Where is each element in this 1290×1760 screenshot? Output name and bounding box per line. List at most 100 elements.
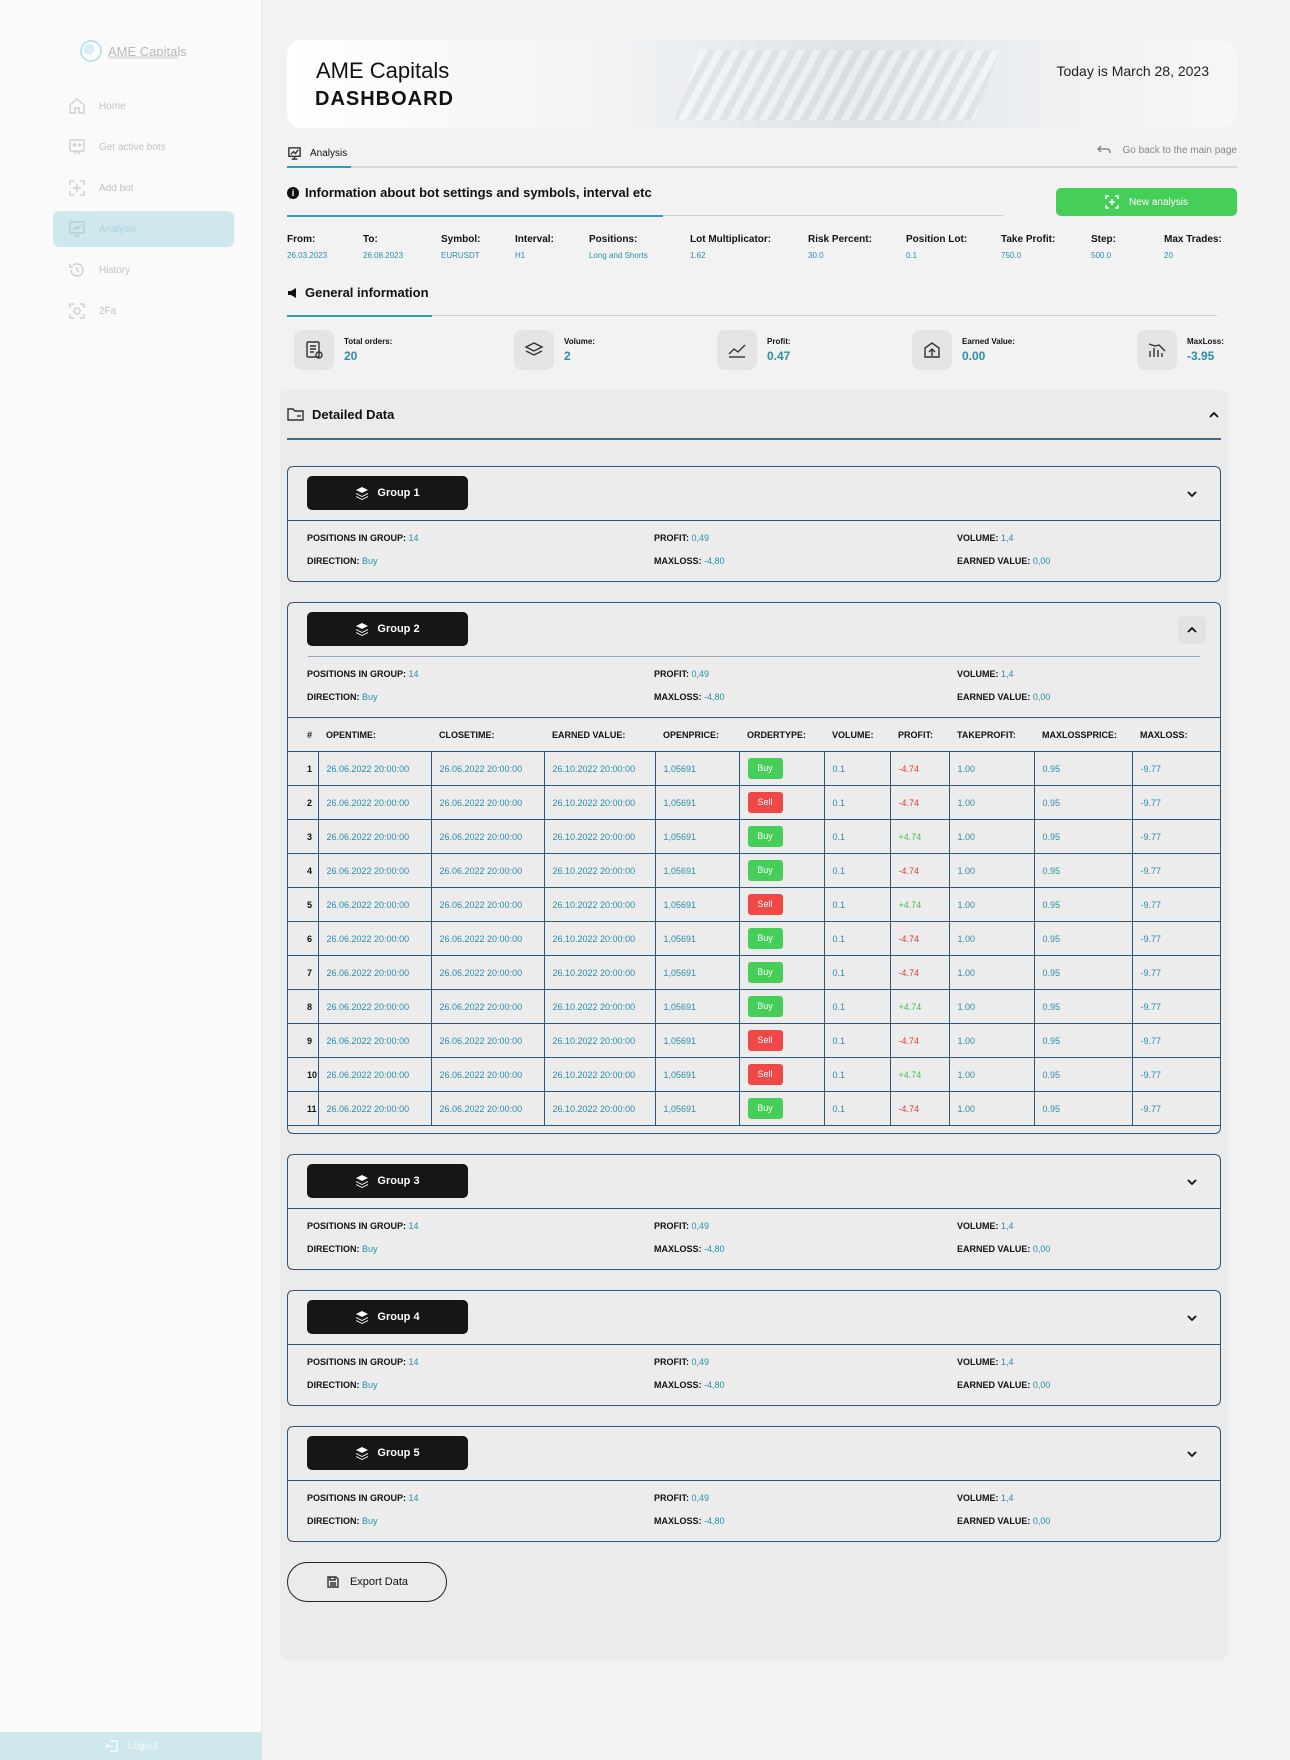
group-profit: PROFIT: 0,49 bbox=[654, 533, 709, 543]
go-back-label: Go back to the main page bbox=[1122, 144, 1237, 156]
param-interval: Interval: H1 bbox=[515, 234, 554, 260]
cell-mlp: 0.95 bbox=[1034, 955, 1133, 990]
group-volume: VOLUME: 1,4 bbox=[957, 1221, 1014, 1231]
param-positions: Positions: Long and Shorts bbox=[589, 234, 648, 260]
summary-label: DIRECTION: bbox=[307, 556, 360, 566]
layers-icon bbox=[514, 330, 554, 370]
chevron-up-icon[interactable] bbox=[1207, 408, 1221, 422]
cell-ordertype: Sell bbox=[739, 887, 825, 922]
cell-volume: 0.1 bbox=[824, 853, 891, 888]
group-card: Group 2 POSITIONS IN GROUP: 14 DIRECTION… bbox=[287, 602, 1221, 1134]
stat-label: Earned Value: bbox=[962, 337, 1015, 346]
ordertype-badge: Buy bbox=[747, 758, 783, 779]
param-value: 0.1 bbox=[906, 251, 918, 260]
stat-label: Total orders: bbox=[344, 337, 393, 346]
group-card: Group 3 POSITIONS IN GROUP: 14 DIRECTION… bbox=[287, 1154, 1221, 1270]
export-data-label: Export Data bbox=[349, 1576, 409, 1588]
table-row[interactable]: 4 26.06.2022 20:00:00 26.06.2022 20:00:00 2… bbox=[288, 853, 1220, 888]
cell-volume: 0.1 bbox=[824, 751, 891, 786]
cell-ml: -9.77 bbox=[1132, 751, 1220, 786]
expand-group-button[interactable] bbox=[1178, 1168, 1206, 1196]
cell-mlp: 0.95 bbox=[1034, 751, 1133, 786]
brand[interactable]: AME Capitals bbox=[80, 40, 187, 62]
cell-tp: 1.00 bbox=[949, 1057, 1035, 1092]
cell-tp: 1.00 bbox=[949, 853, 1035, 888]
table-row[interactable]: 6 26.06.2022 20:00:00 26.06.2022 20:00:00 2… bbox=[288, 921, 1220, 956]
group-button[interactable]: Group 5 bbox=[307, 1436, 468, 1470]
cell-ml: -9.77 bbox=[1132, 1023, 1220, 1058]
cell-price: 1,05691 bbox=[655, 955, 740, 990]
cell-ml: -9.77 bbox=[1132, 819, 1220, 854]
stat-total-orders: Total orders: 20 bbox=[294, 330, 392, 370]
cell-earned: 26.10.2022 20:00:00 bbox=[544, 785, 656, 820]
logout-button[interactable]: Logout bbox=[0, 1732, 262, 1760]
cell-earned: 26.10.2022 20:00:00 bbox=[544, 1057, 656, 1092]
stat-earned-value: Earned Value: 0.00 bbox=[912, 330, 1015, 370]
chevron-up-icon bbox=[1187, 626, 1197, 633]
table-row[interactable]: 11 26.06.2022 20:00:00 26.06.2022 20:00:00… bbox=[288, 1091, 1220, 1126]
expand-group-button[interactable] bbox=[1178, 1304, 1206, 1332]
ordertype-badge: Buy bbox=[747, 826, 783, 847]
cell-profit: +4.74 bbox=[890, 1057, 950, 1092]
cell-open: 26.06.2022 20:00:00 bbox=[318, 853, 432, 888]
add-bot-icon bbox=[69, 180, 85, 196]
cell-earned: 26.10.2022 20:00:00 bbox=[544, 921, 656, 956]
cell-close: 26.06.2022 20:00:00 bbox=[431, 1091, 545, 1126]
table-row[interactable]: 8 26.06.2022 20:00:00 26.06.2022 20:00:00 2… bbox=[288, 989, 1220, 1024]
logout-icon bbox=[104, 1740, 118, 1752]
orders-table-body: 1 26.06.2022 20:00:00 26.06.2022 20:00:00 2… bbox=[288, 751, 1220, 1126]
table-row[interactable]: 10 26.06.2022 20:00:00 26.06.2022 20:00:00… bbox=[288, 1057, 1220, 1092]
param-to: To: 26.08.2023 bbox=[363, 234, 403, 260]
sidebar-item-analysis[interactable]: Analysis bbox=[53, 211, 234, 247]
cell-n: 7 bbox=[288, 955, 319, 990]
cell-n: 6 bbox=[288, 921, 319, 956]
group-card: Group 5 POSITIONS IN GROUP: 14 DIRECTION… bbox=[287, 1426, 1221, 1542]
chevron-down-icon bbox=[1187, 1179, 1197, 1186]
group-volume: VOLUME: 1,4 bbox=[957, 669, 1014, 679]
column-header: EARNED VALUE: bbox=[544, 717, 655, 752]
cell-tp: 1.00 bbox=[949, 955, 1035, 990]
tab-analysis[interactable]: Analysis bbox=[287, 140, 351, 168]
table-row[interactable]: 5 26.06.2022 20:00:00 26.06.2022 20:00:00 2… bbox=[288, 887, 1220, 922]
group-maxloss: MAXLOSS: -4,80 bbox=[654, 556, 725, 566]
param-label: Risk Percent: bbox=[808, 234, 872, 245]
group-button[interactable]: Group 2 bbox=[307, 612, 468, 646]
info-icon: i bbox=[287, 187, 299, 199]
cell-open: 26.06.2022 20:00:00 bbox=[318, 955, 432, 990]
cell-close: 26.06.2022 20:00:00 bbox=[431, 1023, 545, 1058]
group-profit: PROFIT: 0,49 bbox=[654, 669, 709, 679]
sidebar-item-2fa[interactable]: 2Fa bbox=[53, 293, 234, 329]
group-button[interactable]: Group 4 bbox=[307, 1300, 468, 1334]
table-row[interactable]: 3 26.06.2022 20:00:00 26.06.2022 20:00:00 2… bbox=[288, 819, 1220, 854]
cell-close: 26.06.2022 20:00:00 bbox=[431, 955, 545, 990]
table-row[interactable]: 7 26.06.2022 20:00:00 26.06.2022 20:00:00 2… bbox=[288, 955, 1220, 990]
sidebar-item-get-active-bots[interactable]: Get active bots bbox=[53, 129, 234, 165]
summary-label: MAXLOSS: bbox=[654, 1516, 702, 1526]
group-button[interactable]: Group 3 bbox=[307, 1164, 468, 1198]
go-back-link[interactable]: Go back to the main page bbox=[1096, 144, 1237, 156]
summary-value: 14 bbox=[408, 669, 419, 679]
analysis-icon bbox=[69, 221, 85, 237]
sidebar-item-home[interactable]: Home bbox=[53, 88, 234, 124]
new-analysis-button[interactable]: New analysis bbox=[1056, 188, 1237, 216]
cell-profit: +4.74 bbox=[890, 989, 950, 1024]
export-data-button[interactable]: Export Data bbox=[287, 1562, 447, 1602]
sidebar-item-add-bot[interactable]: Add bot bbox=[53, 170, 234, 206]
group-name: Group 2 bbox=[377, 623, 420, 635]
cell-profit: +4.74 bbox=[890, 819, 950, 854]
cell-n: 10 bbox=[288, 1057, 319, 1092]
table-row[interactable]: 9 26.06.2022 20:00:00 26.06.2022 20:00:00 2… bbox=[288, 1023, 1220, 1058]
group-maxloss: MAXLOSS: -4,80 bbox=[654, 1516, 725, 1526]
column-header: MAXLOSS: bbox=[1132, 717, 1220, 752]
expand-group-button[interactable] bbox=[1178, 1440, 1206, 1468]
table-row[interactable]: 1 26.06.2022 20:00:00 26.06.2022 20:00:00 2… bbox=[288, 751, 1220, 786]
cell-price: 1,05691 bbox=[655, 1091, 740, 1126]
collapse-group-button[interactable] bbox=[1178, 616, 1206, 644]
summary-label: POSITIONS IN GROUP: bbox=[307, 1221, 407, 1231]
detailed-data-header[interactable]: Detailed Data bbox=[287, 390, 1221, 440]
expand-group-button[interactable] bbox=[1178, 480, 1206, 508]
table-row[interactable]: 2 26.06.2022 20:00:00 26.06.2022 20:00:00 2… bbox=[288, 785, 1220, 820]
sidebar-item-history[interactable]: History bbox=[53, 252, 234, 288]
group-button[interactable]: Group 1 bbox=[307, 476, 468, 510]
cell-ordertype: Buy bbox=[739, 1091, 825, 1126]
